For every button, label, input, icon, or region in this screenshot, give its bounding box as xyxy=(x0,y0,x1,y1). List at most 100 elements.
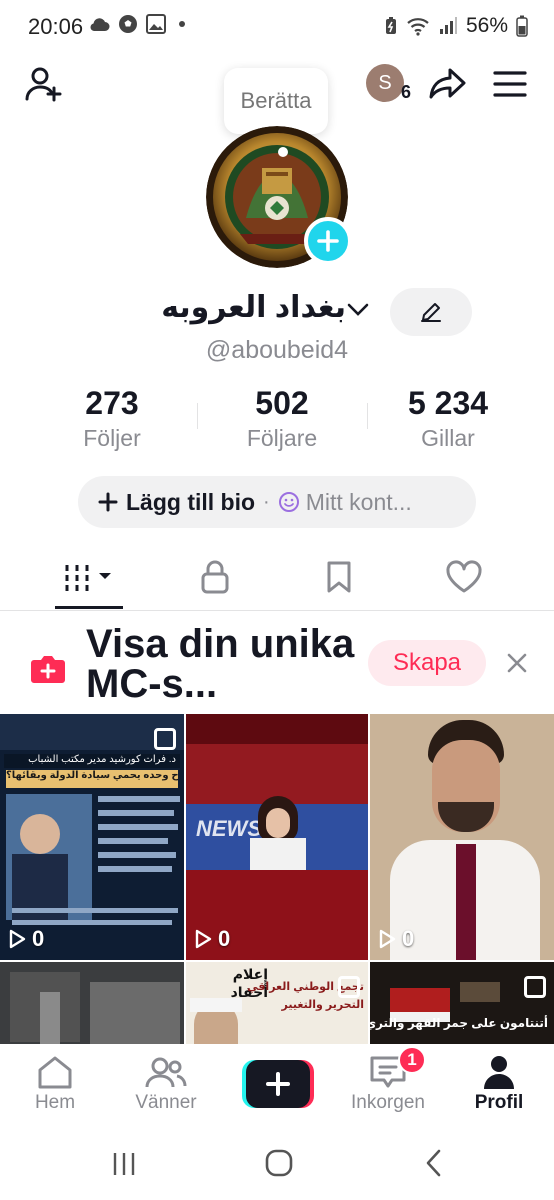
video-thumbnail[interactable]: 0 xyxy=(370,714,554,960)
followers-label: Följare xyxy=(246,425,318,451)
home-circle-icon[interactable] xyxy=(264,1148,294,1178)
video-grid: د. فرات كورشيد مدير مكتب الشباب هل السلا… xyxy=(0,714,554,1044)
share-profile-button[interactable] xyxy=(428,64,468,104)
chevron-down-icon[interactable] xyxy=(346,302,370,318)
play-icon xyxy=(9,929,26,949)
active-tab-indicator xyxy=(55,606,123,609)
video-thumbnail[interactable]: د. فرات كورشيد مدير مكتب الشباب هل السلا… xyxy=(0,714,184,960)
nav-inbox-label: Inkorgen xyxy=(351,1092,425,1113)
likes-stat[interactable]: 5 234 Gillar xyxy=(368,385,528,452)
view-count-value: 0 xyxy=(402,926,415,951)
add-story-button[interactable] xyxy=(304,217,352,265)
view-count-value: 0 xyxy=(32,926,45,951)
friends-icon xyxy=(145,1057,187,1088)
likes-count: 5 234 xyxy=(407,385,489,421)
home-icon xyxy=(38,1056,72,1089)
video-thumbnail[interactable]: NEWS 0 xyxy=(186,714,368,960)
status-bar: 20:06 56% xyxy=(0,0,554,54)
back-icon[interactable] xyxy=(420,1148,448,1178)
nav-profile[interactable]: Profil xyxy=(444,1054,554,1114)
add-friend-button[interactable] xyxy=(24,64,64,104)
username: @aboubeid4 xyxy=(205,336,349,364)
nav-friends-label: Vänner xyxy=(135,1092,197,1113)
soccer-ball-icon xyxy=(119,15,137,33)
stat-divider xyxy=(197,403,198,429)
dot-icon xyxy=(179,21,185,27)
gallery-icon xyxy=(146,14,166,34)
lock-icon xyxy=(201,560,229,594)
hamburger-menu-icon xyxy=(493,71,527,97)
edit-profile-button[interactable] xyxy=(390,288,472,336)
nav-friends[interactable]: Vänner xyxy=(111,1054,221,1114)
heart-icon xyxy=(446,560,482,593)
video-thumbnail[interactable]: إعلام أحفاد تجمع الوطني العراقي التحرير … xyxy=(186,962,368,1044)
profile-visitors-button[interactable]: S xyxy=(366,64,404,102)
bookmark-icon xyxy=(327,561,351,593)
story-prompt-bubble[interactable]: Berätta xyxy=(224,68,328,134)
multi-image-icon xyxy=(524,976,546,998)
nav-inbox[interactable]: Inkorgen xyxy=(333,1054,443,1114)
video-thumbnail[interactable] xyxy=(0,962,184,1044)
battery-icon xyxy=(516,15,528,37)
recent-apps-icon[interactable] xyxy=(110,1150,138,1178)
tab-videos[interactable] xyxy=(20,545,158,609)
separator-dot: · xyxy=(263,490,270,513)
add-person-icon xyxy=(25,67,62,102)
view-count: 0 xyxy=(378,926,414,952)
profile-tabs xyxy=(0,545,554,611)
plus-icon xyxy=(317,230,339,252)
likes-label: Gillar xyxy=(421,425,475,451)
view-count: 0 xyxy=(194,926,230,952)
tab-private[interactable] xyxy=(146,545,284,609)
signal-icon xyxy=(439,17,457,34)
play-icon xyxy=(195,929,212,949)
my-account-label: Mitt kont... xyxy=(305,488,412,515)
bottom-navigation: Hem Vänner Inkorgen 1 Profil xyxy=(0,1044,554,1128)
wifi-icon xyxy=(407,18,429,36)
thumbnail-caption: أتنتامون على جمر القهر والتري xyxy=(370,1016,548,1030)
smiley-icon xyxy=(278,492,299,512)
add-bio-label: Lägg till bio xyxy=(126,488,256,515)
thumbnail-caption: هل السلاح وحده يحمي سيادة الدولة وبقائها… xyxy=(6,770,178,788)
thumbnail-caption: التحرير والتغيير xyxy=(281,999,364,1011)
status-time: 20:06 xyxy=(28,14,84,39)
create-button[interactable]: Skapa xyxy=(368,640,486,686)
system-navigation-bar xyxy=(0,1128,554,1200)
pencil-icon xyxy=(421,303,441,322)
following-stat[interactable]: 273 Följer xyxy=(32,385,192,452)
thumbnail-caption: د. فرات كورشيد مدير مكتب الشباب xyxy=(4,754,180,768)
camera-plus-icon xyxy=(31,656,65,683)
status-notification-icons xyxy=(88,14,190,34)
cloud-icon xyxy=(90,18,110,31)
create-plus-icon xyxy=(242,1060,314,1108)
nav-profile-label: Profil xyxy=(474,1092,524,1113)
close-icon[interactable] xyxy=(504,650,530,676)
play-icon xyxy=(379,929,396,949)
following-label: Följer xyxy=(83,425,141,451)
tab-saved[interactable] xyxy=(270,545,408,609)
multi-image-icon xyxy=(338,976,360,998)
following-count: 273 xyxy=(85,385,139,421)
followers-stat[interactable]: 502 Följare xyxy=(202,385,362,452)
followers-count: 502 xyxy=(255,385,309,421)
display-name[interactable]: بغداد العروبه xyxy=(161,290,346,325)
share-icon xyxy=(429,68,466,99)
create-video-button[interactable] xyxy=(242,1060,314,1108)
battery-saver-icon xyxy=(385,17,396,34)
nav-home[interactable]: Hem xyxy=(0,1054,110,1114)
profile-visitors-count: 6 xyxy=(401,82,412,102)
profile-icon xyxy=(484,1056,514,1089)
promo-text: Visa din unika MC-s... xyxy=(86,622,355,706)
add-bio-pill[interactable]: Lägg till bio · Mitt kont... xyxy=(78,476,476,528)
menu-button[interactable] xyxy=(490,64,530,104)
multi-image-icon xyxy=(154,728,176,750)
grid-icon xyxy=(65,565,111,591)
plus-icon xyxy=(98,492,118,512)
video-thumbnail[interactable]: أتنتامون على جمر القهر والتري xyxy=(370,962,554,1044)
tab-liked[interactable] xyxy=(395,545,533,609)
inbox-notification-badge: 1 xyxy=(398,1046,426,1074)
nav-home-label: Hem xyxy=(34,1092,76,1113)
status-system-icons: 56% xyxy=(384,14,528,38)
view-count-value: 0 xyxy=(218,926,231,951)
view-count: 0 xyxy=(8,926,44,952)
